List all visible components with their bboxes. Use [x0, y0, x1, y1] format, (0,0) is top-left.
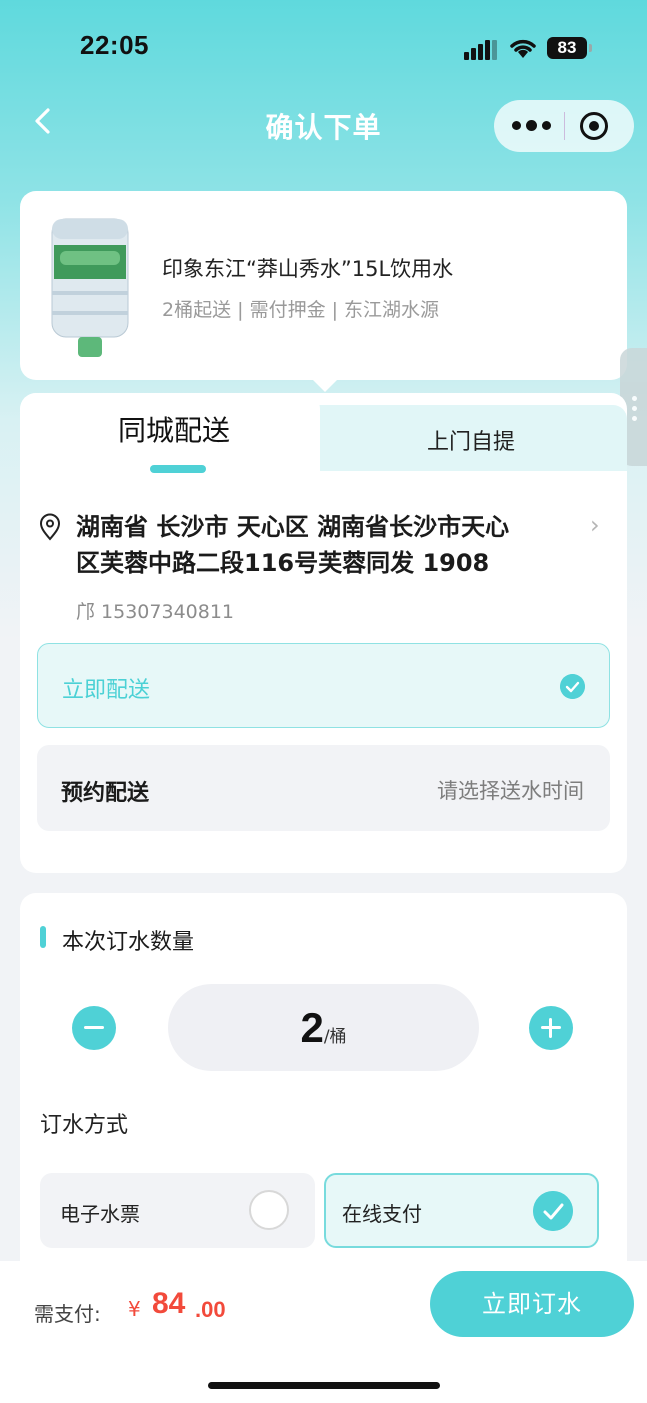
price-currency: ¥ — [128, 1297, 141, 1321]
status-bar: 22:05 83 — [0, 0, 647, 96]
close-miniprogram-icon[interactable] — [580, 112, 608, 140]
quantity-card: 本次订水数量 2/桶 订水方式 电子水票 在线支付 — [20, 893, 627, 1263]
address-line-1: 湖南省 长沙市 天心区 湖南省长沙市天心 — [76, 513, 510, 541]
method-water-ticket-label: 电子水票 — [60, 1202, 140, 1226]
quantity-value: 2 — [300, 1004, 324, 1051]
tab-pickup-label[interactable]: 上门自提 — [427, 424, 515, 456]
option-scheduled-label: 预约配送 — [61, 781, 150, 806]
price-decimal: .00 — [195, 1297, 226, 1322]
contact-phone: 邝 15307340811 — [76, 601, 235, 623]
order-now-button[interactable]: 立即订水 — [430, 1271, 634, 1337]
increase-button[interactable] — [529, 1006, 573, 1050]
option-deliver-now[interactable]: 立即配送 — [37, 643, 610, 728]
order-method-title: 订水方式 — [40, 1113, 129, 1138]
tab-indicator — [150, 465, 206, 473]
mini-program-capsule — [494, 100, 634, 152]
wifi-icon — [510, 39, 536, 58]
nav-bar: 确认下单 — [0, 96, 647, 156]
location-pin-icon — [39, 513, 61, 541]
tab-city-delivery-label: 同城配送 — [118, 414, 231, 447]
check-icon — [560, 674, 585, 699]
status-time: 22:05 — [80, 30, 149, 60]
pay-label: 需支付: — [34, 1302, 101, 1326]
tab-city-delivery[interactable]: 同城配送 — [20, 393, 320, 473]
battery-icon: 83 — [547, 37, 592, 59]
delivery-card: 上门自提 同城配送 湖南省 长沙市 天心区 湖南省长沙市天心 区芙蓉中路二段11… — [20, 393, 627, 873]
product-card: 印象东江“莽山秀水”15L饮用水 2桶起送 | 需付押金 | 东江湖水源 — [20, 191, 627, 392]
checkout-bar: 需支付: ¥ 84 .00 立即订水 — [0, 1261, 647, 1403]
cellular-signal-icon — [464, 38, 497, 60]
chevron-right-icon[interactable]: › — [590, 511, 600, 539]
method-online-pay-label: 在线支付 — [342, 1202, 422, 1226]
method-water-ticket[interactable]: 电子水票 — [40, 1173, 315, 1248]
delivery-address[interactable]: 湖南省 长沙市 天心区 湖南省长沙市天心 区芙蓉中路二段116号芙蓉同发 190… — [76, 509, 576, 581]
quantity-unit: /桶 — [323, 1027, 347, 1047]
more-icon[interactable] — [512, 114, 552, 136]
water-bottle-image — [51, 218, 129, 357]
method-online-pay[interactable]: 在线支付 — [324, 1173, 599, 1248]
capsule-divider — [564, 112, 565, 140]
price-integer: 84 — [152, 1287, 186, 1320]
home-indicator — [208, 1382, 440, 1389]
product-tags: 2桶起送 | 需付押金 | 东江湖水源 — [162, 299, 440, 321]
quantity-display: 2/桶 — [168, 984, 479, 1071]
radio-checked-icon[interactable] — [533, 1191, 573, 1231]
product-name: 印象东江“莽山秀水”15L饮用水 — [162, 257, 454, 281]
option-scheduled-hint: 请选择送水时间 — [437, 779, 584, 803]
decrease-button[interactable] — [72, 1006, 116, 1050]
section-accent-bar — [40, 926, 46, 948]
option-deliver-now-label: 立即配送 — [62, 678, 151, 703]
option-scheduled-delivery[interactable]: 预约配送 请选择送水时间 — [37, 745, 610, 831]
radio-unchecked-icon[interactable] — [249, 1190, 289, 1230]
quantity-title: 本次订水数量 — [62, 930, 195, 955]
address-line-2: 区芙蓉中路二段116号芙蓉同发 1908 — [76, 549, 490, 577]
